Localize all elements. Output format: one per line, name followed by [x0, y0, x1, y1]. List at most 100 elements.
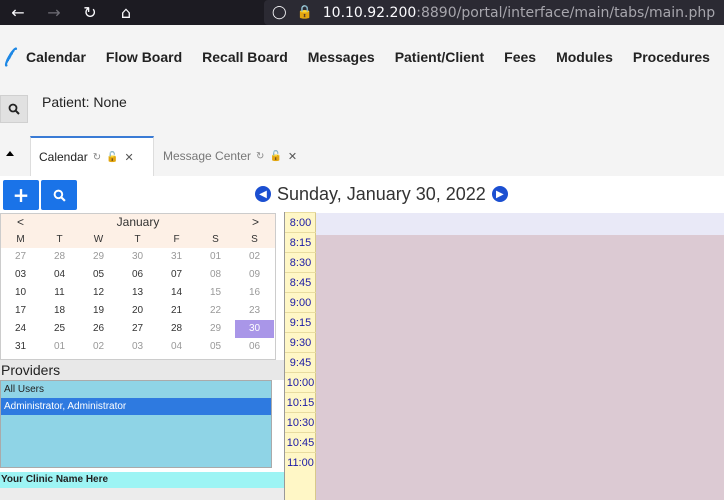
menu-patient-client[interactable]: Patient/Client [395, 49, 484, 65]
time-slot[interactable]: 9:45 [285, 352, 316, 372]
left-panel-footer [0, 488, 284, 500]
menu-flow-board[interactable]: Flow Board [106, 49, 182, 65]
time-slot[interactable]: 10:15 [285, 392, 316, 412]
day-cell[interactable]: 19 [79, 302, 118, 320]
day-schedule-grid[interactable] [316, 235, 724, 500]
app-logo-icon [2, 45, 20, 68]
day-cell[interactable]: 12 [79, 284, 118, 302]
day-cell[interactable]: 01 [196, 248, 235, 266]
day-cell[interactable]: 27 [118, 320, 157, 338]
mini-calendar: < January > M T W T F S S 27 28 29 30 31… [0, 213, 276, 360]
day-cell[interactable]: 17 [1, 302, 40, 320]
menu-calendar[interactable]: Calendar [26, 49, 86, 65]
menu-recall-board[interactable]: Recall Board [202, 49, 288, 65]
search-icon [53, 189, 66, 202]
add-appointment-button[interactable]: + [3, 180, 39, 210]
week-row: 03 04 05 06 07 08 09 [1, 266, 275, 284]
time-slot[interactable]: 10:30 [285, 412, 316, 432]
refresh-icon[interactable]: ↻ [93, 152, 101, 163]
day-cell[interactable]: 04 [157, 338, 196, 356]
day-cell[interactable]: 15 [196, 284, 235, 302]
day-cell[interactable]: 28 [157, 320, 196, 338]
prev-month-button[interactable]: < [1, 214, 40, 231]
day-cell[interactable]: 30 [118, 248, 157, 266]
time-slot[interactable]: 8:15 [285, 232, 316, 252]
time-slot[interactable]: 9:15 [285, 312, 316, 332]
day-cell[interactable]: 24 [1, 320, 40, 338]
day-cell[interactable]: 07 [157, 266, 196, 284]
close-icon[interactable]: ✕ [288, 150, 297, 163]
day-cell-selected[interactable]: 30 [235, 320, 274, 338]
day-cell[interactable]: 31 [157, 248, 196, 266]
day-cell[interactable]: 22 [196, 302, 235, 320]
home-icon[interactable]: ⌂ [108, 0, 144, 25]
providers-list[interactable]: All Users Administrator, Administrator [0, 380, 272, 468]
close-icon[interactable]: ✕ [125, 151, 134, 164]
url-text: 10.10.92.200:8890/portal/interface/main/… [322, 4, 716, 21]
facility-label[interactable]: Your Clinic Name Here [0, 472, 284, 488]
day-cell[interactable]: 02 [79, 338, 118, 356]
day-cell[interactable]: 04 [40, 266, 79, 284]
time-slot[interactable]: 9:30 [285, 332, 316, 352]
next-day-icon[interactable]: ▶ [491, 186, 508, 202]
day-cell[interactable]: 25 [40, 320, 79, 338]
time-slot[interactable]: 8:00 [285, 212, 316, 232]
day-cell[interactable]: 06 [235, 338, 274, 356]
day-cell[interactable]: 18 [40, 302, 79, 320]
day-cell[interactable]: 11 [40, 284, 79, 302]
week-row: 10 11 12 13 14 15 16 [1, 284, 275, 302]
unlock-icon[interactable]: 🔓 [106, 152, 118, 163]
provider-option-selected[interactable]: Administrator, Administrator [1, 398, 271, 415]
previous-day-icon[interactable]: ◀ [255, 186, 271, 202]
week-row: 27 28 29 30 31 01 02 [1, 248, 275, 266]
day-cell[interactable]: 09 [235, 266, 274, 284]
day-cell[interactable]: 20 [118, 302, 157, 320]
day-cell[interactable]: 16 [235, 284, 274, 302]
next-month-button[interactable]: > [236, 214, 275, 231]
refresh-icon[interactable]: ↻ [256, 151, 264, 162]
time-slot[interactable]: 8:30 [285, 252, 316, 272]
day-cell[interactable]: 02 [235, 248, 274, 266]
day-cell[interactable]: 31 [1, 338, 40, 356]
time-slot[interactable]: 10:45 [285, 432, 316, 452]
menu-procedures[interactable]: Procedures [633, 49, 710, 65]
week-row: 31 01 02 03 04 05 06 [1, 338, 275, 356]
time-slot[interactable]: 11:00 [285, 452, 316, 472]
day-cell[interactable]: 10 [1, 284, 40, 302]
forward-icon[interactable]: → [36, 0, 72, 25]
day-cell[interactable]: 27 [1, 248, 40, 266]
back-icon[interactable]: ← [0, 0, 36, 25]
reload-icon[interactable]: ↻ [72, 0, 108, 25]
time-slot[interactable]: 8:45 [285, 272, 316, 292]
search-appointments-button[interactable] [41, 180, 77, 210]
menu-messages[interactable]: Messages [308, 49, 375, 65]
day-cell[interactable]: 29 [196, 320, 235, 338]
address-bar[interactable]: ◯ 🔒 10.10.92.200:8890/portal/interface/m… [264, 0, 724, 25]
time-slot[interactable]: 9:00 [285, 292, 316, 312]
day-cell[interactable]: 01 [40, 338, 79, 356]
tab-strip: Calendar ↻ 🔓 ✕ Message Center ↻ 🔓 ✕ [0, 124, 724, 176]
collapse-arrow-icon[interactable] [6, 151, 14, 156]
day-cell[interactable]: 06 [118, 266, 157, 284]
tab-label: Calendar [39, 150, 88, 164]
day-cell[interactable]: 03 [1, 266, 40, 284]
tab-message-center[interactable]: Message Center ↻ 🔓 ✕ [155, 136, 315, 176]
day-cell[interactable]: 23 [235, 302, 274, 320]
unlock-icon[interactable]: 🔓 [269, 151, 281, 162]
day-cell[interactable]: 28 [40, 248, 79, 266]
day-cell[interactable]: 26 [79, 320, 118, 338]
day-cell[interactable]: 21 [157, 302, 196, 320]
day-cell[interactable]: 05 [196, 338, 235, 356]
day-cell[interactable]: 08 [196, 266, 235, 284]
time-slot[interactable]: 10:00 [285, 372, 316, 392]
day-cell[interactable]: 05 [79, 266, 118, 284]
tab-calendar[interactable]: Calendar ↻ 🔓 ✕ [30, 136, 154, 176]
day-cell[interactable]: 14 [157, 284, 196, 302]
day-cell[interactable]: 03 [118, 338, 157, 356]
menu-fees[interactable]: Fees [504, 49, 536, 65]
patient-search-button[interactable] [0, 95, 28, 123]
day-cell[interactable]: 13 [118, 284, 157, 302]
day-cell[interactable]: 29 [79, 248, 118, 266]
menu-modules[interactable]: Modules [556, 49, 613, 65]
provider-option[interactable]: All Users [1, 381, 271, 398]
